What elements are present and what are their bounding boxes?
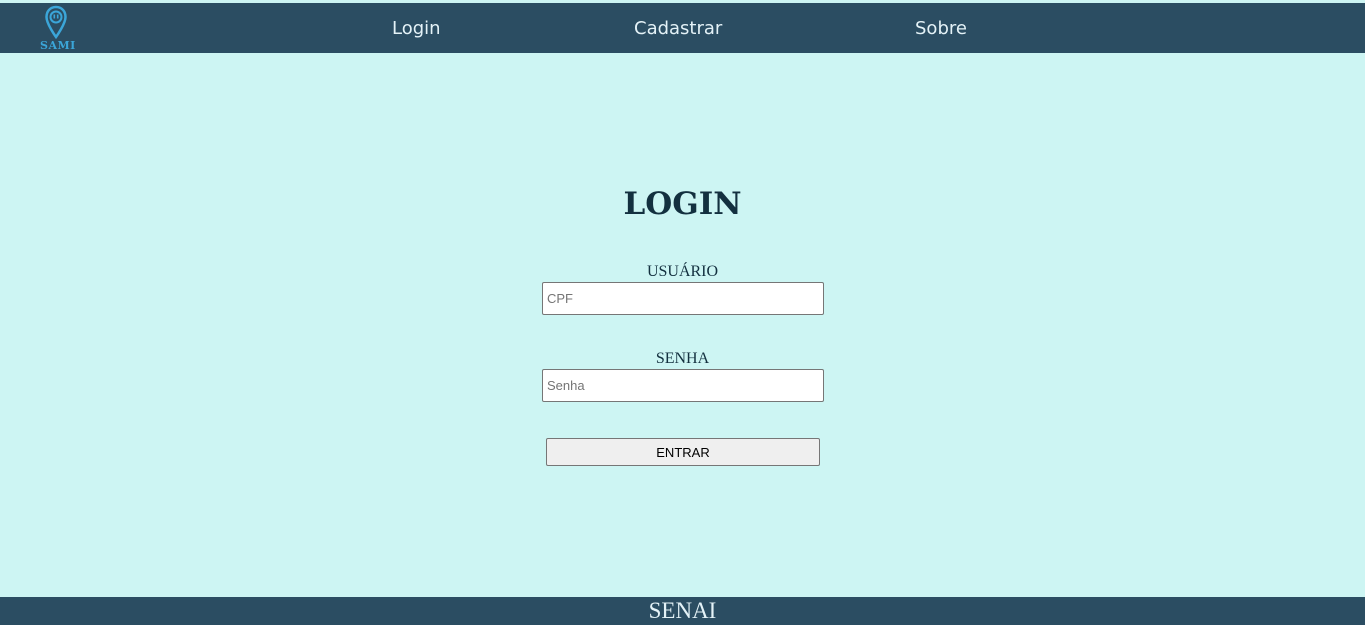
user-label: USUÁRIO bbox=[646, 263, 719, 280]
page: SAMI Login Cadastrar Sobre LOGIN USUÁRIO… bbox=[0, 0, 1365, 625]
navbar: SAMI Login Cadastrar Sobre bbox=[0, 3, 1365, 53]
page-title: LOGIN bbox=[623, 186, 742, 222]
password-label: SENHA bbox=[655, 350, 710, 367]
login-button[interactable]: ENTRAR bbox=[546, 438, 820, 466]
cpf-input[interactable] bbox=[542, 282, 824, 315]
nav-link-sobre[interactable]: Sobre bbox=[915, 18, 967, 39]
password-input[interactable] bbox=[542, 369, 824, 402]
nav-link-cadastrar[interactable]: Cadastrar bbox=[634, 18, 722, 39]
footer: SENAI bbox=[0, 597, 1365, 625]
footer-text: SENAI bbox=[648, 598, 717, 623]
nav-link-login[interactable]: Login bbox=[392, 18, 441, 39]
logo-text: SAMI bbox=[40, 39, 76, 52]
map-pin-icon bbox=[45, 5, 67, 39]
logo[interactable]: SAMI bbox=[38, 3, 76, 53]
